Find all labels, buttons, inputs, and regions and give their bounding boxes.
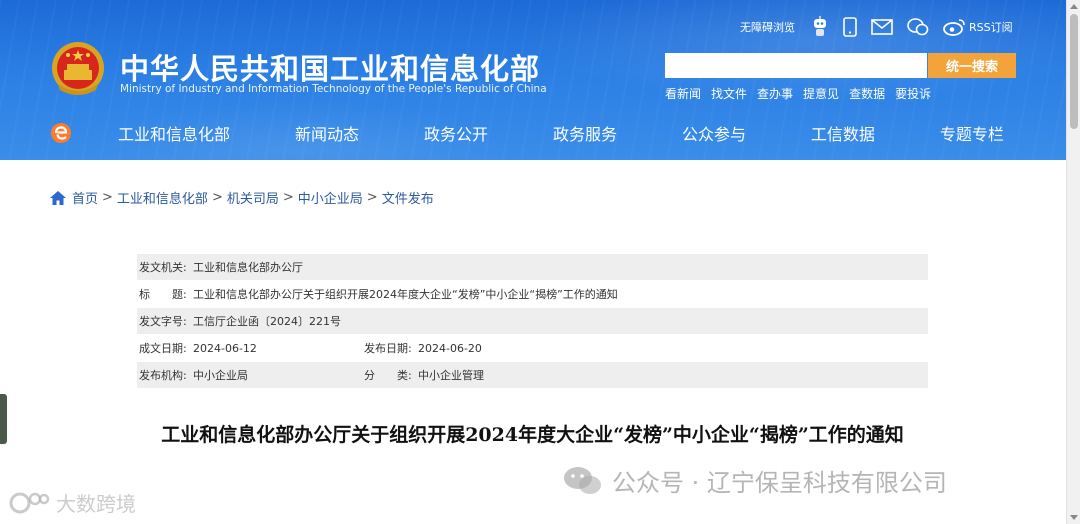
quick-link[interactable]: 要投诉 <box>895 85 931 102</box>
meta-row-issuer: 发文机关: 工业和信息化部办公厅 <box>137 254 928 280</box>
document-title: 工业和信息化部办公厅关于组织开展2024年度大企业“发榜”中小企业“揭榜”工作的… <box>161 424 904 446</box>
meta-label: 成文日期: <box>139 342 187 355</box>
meta-row-org: 发布机构: 中小企业局 分 类: 中小企业管理 <box>137 362 928 388</box>
meta-value-category: 中小企业管理 <box>418 369 484 382</box>
e-logo-icon[interactable] <box>50 122 72 144</box>
site-subtitle: Ministry of Industry and Information Tec… <box>120 83 547 95</box>
wechat-watermark: 公众号 · 辽宁保呈科技有限公司 <box>562 463 947 498</box>
search-box <box>665 53 927 78</box>
watermark-text-left: 大数跨境 <box>56 492 136 516</box>
nav-item[interactable]: 政务服务 <box>531 121 639 145</box>
top-toolbar: 无障碍浏览 RSS订阅 <box>740 14 1013 40</box>
scroll-down-arrow-icon[interactable] <box>1070 515 1078 520</box>
brand-logo-icon <box>9 492 50 513</box>
breadcrumb-link[interactable]: 机关司局 <box>227 188 279 207</box>
weibo-icon <box>943 19 965 36</box>
quick-link[interactable]: 查办事 <box>757 85 793 102</box>
meta-label: 标 题: <box>139 288 187 301</box>
breadcrumb-link[interactable]: 工业和信息化部 <box>117 188 208 207</box>
meta-value-org: 中小企业局 <box>193 369 248 382</box>
meta-value-title: 工业和信息化部办公厅关于组织开展2024年度大企业“发榜”中小企业“揭榜”工作的… <box>193 288 618 301</box>
nav-item[interactable]: 新闻动态 <box>273 121 381 145</box>
main-nav: 工业和信息化部 新闻动态 政务公开 政务服务 公众参与 工信数据 专题专栏 <box>96 118 1026 148</box>
wechat-icon[interactable] <box>907 18 929 36</box>
watermark-text-right: 公众号 · 辽宁保呈科技有限公司 <box>612 469 947 497</box>
meta-label: 发布机构: <box>139 369 187 382</box>
nav-item[interactable]: 工信数据 <box>789 121 897 145</box>
unified-search-button[interactable]: 统一搜索 <box>928 53 1016 78</box>
meta-row-dates: 成文日期: 2024-06-12 发布日期: 2024-06-20 <box>137 335 928 361</box>
scroll-thumb[interactable] <box>1070 14 1078 129</box>
meta-row-title: 标 题: 工业和信息化部办公厅关于组织开展2024年度大企业“发榜”中小企业“揭榜… <box>137 281 928 307</box>
meta-value-published: 2024-06-20 <box>418 341 482 355</box>
mobile-icon[interactable] <box>843 17 857 37</box>
meta-row-doc-no: 发文字号: 工信厅企业函〔2024〕221号 <box>137 308 928 334</box>
robot-assistant-icon[interactable] <box>811 16 829 38</box>
quick-link[interactable]: 提意见 <box>803 85 839 102</box>
breadcrumb: 首页 > 工业和信息化部 > 机关司局 > 中小企业局 > 文件发布 <box>50 188 434 207</box>
side-panel-tab[interactable] <box>0 394 7 444</box>
meta-label: 分 类: <box>364 369 412 382</box>
meta-value-doc-no: 工信厅企业函〔2024〕221号 <box>193 315 341 328</box>
quick-link[interactable]: 看新闻 <box>665 85 701 102</box>
rss-subscribe-link[interactable]: RSS订阅 <box>943 18 1013 36</box>
site-title[interactable]: 中华人民共和国工业和信息化部 <box>120 46 540 88</box>
search-input[interactable] <box>665 53 927 78</box>
home-icon[interactable] <box>50 190 66 205</box>
mail-icon[interactable] <box>871 19 893 35</box>
breadcrumb-link[interactable]: 中小企业局 <box>298 188 363 207</box>
quick-link[interactable]: 找文件 <box>711 85 747 102</box>
breadcrumb-separator: > <box>102 190 113 205</box>
meta-label: 发布日期: <box>364 342 412 355</box>
document-meta-table: 发文机关: 工业和信息化部办公厅 标 题: 工业和信息化部办公厅关于组织开展2024… <box>137 254 928 389</box>
nav-item[interactable]: 公众参与 <box>660 121 768 145</box>
quick-links: 看新闻 找文件 查办事 提意见 查数据 要投诉 <box>665 85 931 102</box>
breadcrumb-link[interactable]: 首页 <box>72 188 98 207</box>
breadcrumb-separator: > <box>282 190 294 205</box>
meta-label: 发文字号: <box>139 315 187 328</box>
wechat-logo-icon <box>564 466 601 494</box>
scroll-up-arrow-icon[interactable] <box>1070 4 1078 9</box>
vertical-scrollbar[interactable] <box>1066 0 1080 524</box>
rss-label: RSS订阅 <box>969 21 1013 34</box>
quick-link[interactable]: 查数据 <box>849 85 885 102</box>
site-header: 中华人民共和国工业和信息化部 Ministry of Industry and … <box>0 0 1066 160</box>
meta-value-issuer: 工业和信息化部办公厅 <box>193 261 303 274</box>
meta-label: 发文机关: <box>139 261 187 274</box>
breadcrumb-link[interactable]: 文件发布 <box>382 188 434 207</box>
meta-value-created: 2024-06-12 <box>193 341 257 355</box>
breadcrumb-separator: > <box>366 190 378 205</box>
brand-watermark: 大数跨境 <box>8 488 136 517</box>
breadcrumb-separator: > <box>211 190 223 205</box>
national-emblem-icon[interactable] <box>50 40 106 100</box>
accessible-browsing-link[interactable]: 无障碍浏览 <box>740 19 795 35</box>
nav-item[interactable]: 工业和信息化部 <box>96 121 252 145</box>
nav-item[interactable]: 专题专栏 <box>918 121 1026 145</box>
nav-item[interactable]: 政务公开 <box>402 121 510 145</box>
